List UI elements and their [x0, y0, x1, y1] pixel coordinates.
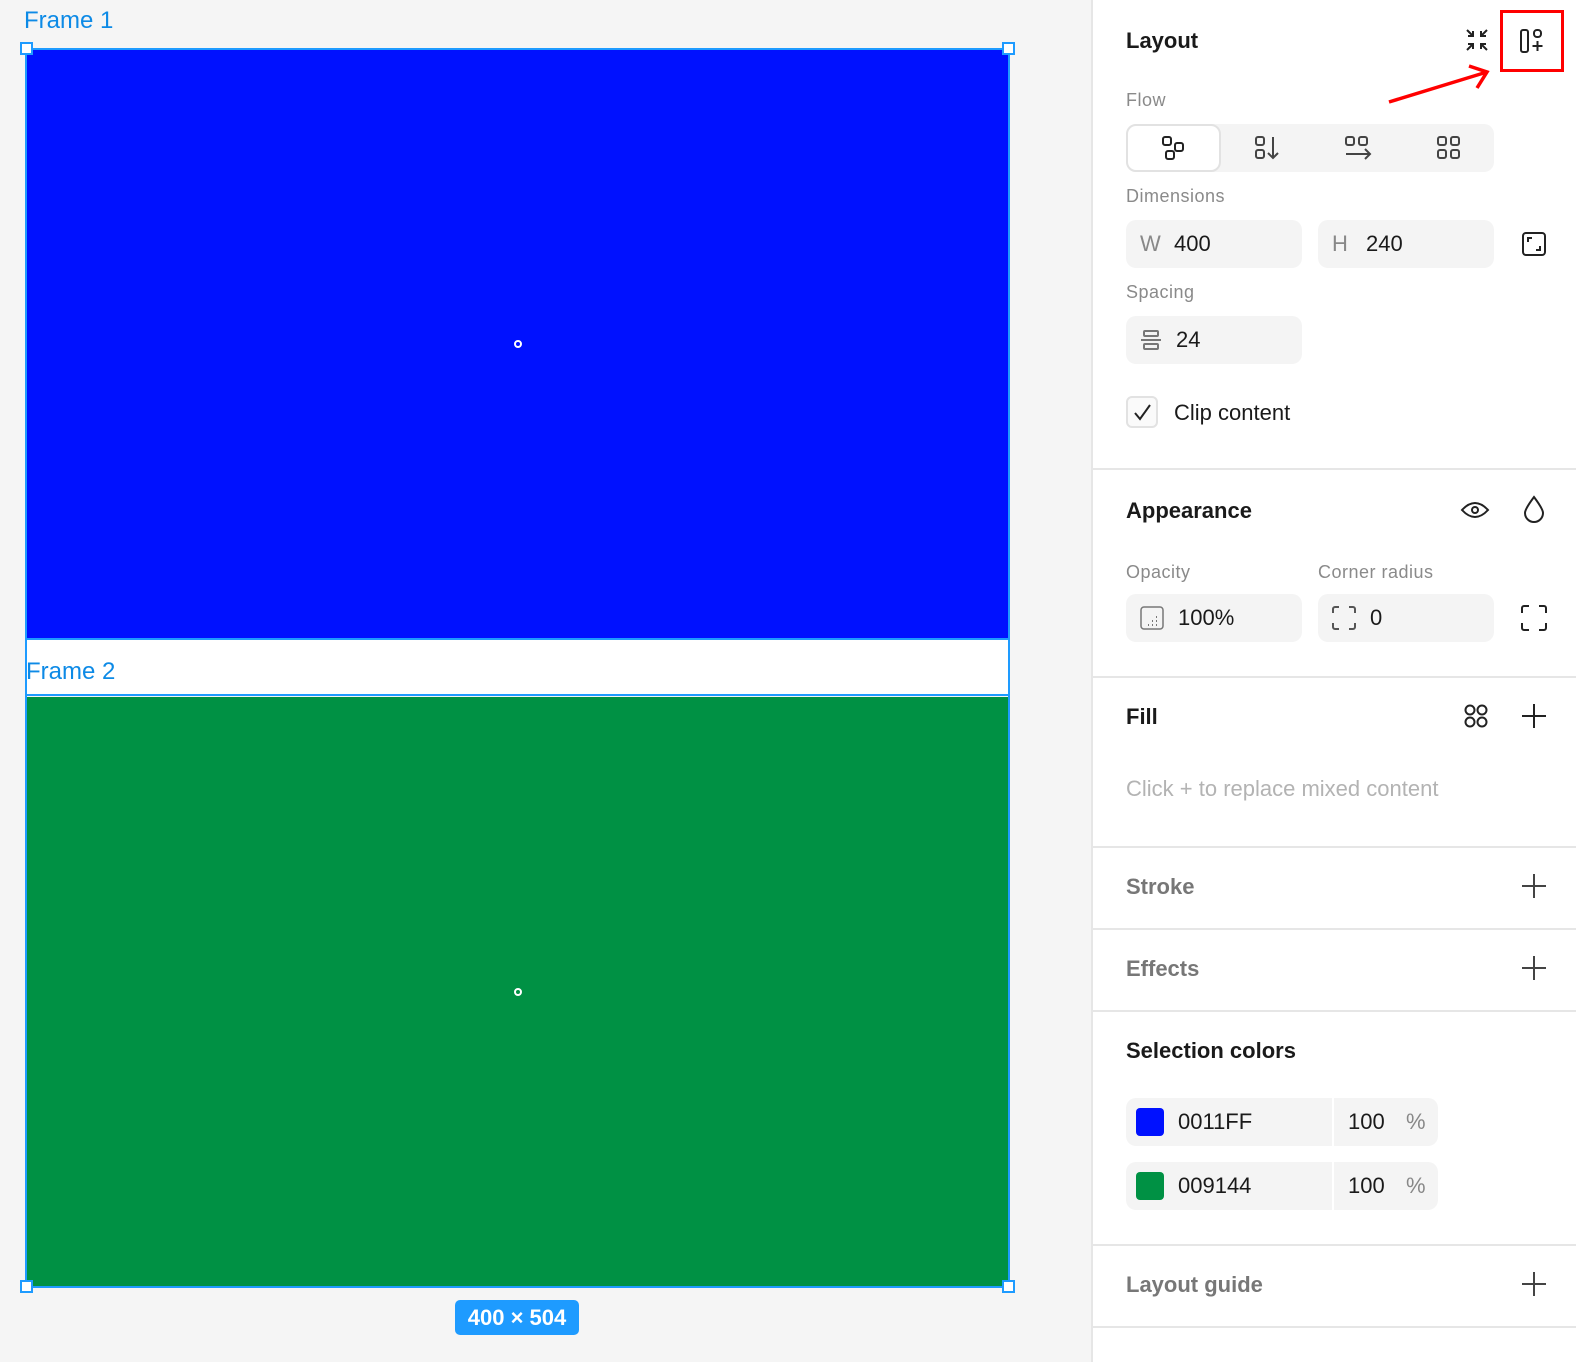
corner-radius-value: 0: [1370, 605, 1383, 630]
annotation-arrow: [1388, 64, 1490, 104]
appearance-title: Appearance: [1126, 498, 1252, 523]
collapse-icon[interactable]: [1463, 26, 1491, 54]
fill-title: Fill: [1126, 704, 1158, 729]
selection-color-row[interactable]: 009144 100 %: [1126, 1162, 1438, 1210]
blend-mode-icon[interactable]: [1520, 494, 1548, 524]
percent-unit: %: [1406, 1173, 1426, 1198]
add-layout-guide-button[interactable]: [1520, 1270, 1548, 1298]
selection-color-row[interactable]: 0011FF 100 %: [1126, 1098, 1438, 1146]
corner-radius-icon: [1332, 606, 1356, 630]
percent-unit: %: [1406, 1109, 1426, 1134]
opacity-icon: [1140, 606, 1164, 630]
spacing-input[interactable]: 24: [1126, 316, 1302, 364]
flow-grid-option[interactable]: [1403, 124, 1494, 172]
add-auto-layout-button[interactable]: [1500, 10, 1564, 72]
size-badge: 400 × 504: [455, 1300, 579, 1335]
add-stroke-button[interactable]: [1520, 872, 1548, 900]
frame-1-label[interactable]: Frame 1: [24, 7, 113, 35]
width-input[interactable]: W 400: [1126, 220, 1302, 268]
flow-segmented-control: [1126, 124, 1494, 172]
color-opacity[interactable]: 100: [1332, 1098, 1392, 1146]
resize-to-fit-icon[interactable]: [1520, 230, 1548, 258]
layout-section: Layout Flow Dimensions W 400 H 240 Spacing…: [1093, 0, 1576, 470]
add-fill-button[interactable]: [1520, 702, 1548, 730]
frame-1[interactable]: [26, 49, 1009, 638]
canvas[interactable]: Frame 1 Frame 2 400 × 504: [0, 0, 1091, 1362]
flow-vertical-option[interactable]: [1221, 124, 1312, 172]
color-hex[interactable]: 009144: [1178, 1173, 1318, 1199]
opacity-value: 100%: [1178, 605, 1235, 630]
clip-content-label[interactable]: Clip content: [1174, 400, 1290, 426]
frame-2-label[interactable]: Frame 2: [26, 658, 115, 686]
height-prefix: H: [1332, 231, 1348, 256]
dimensions-label: Dimensions: [1126, 186, 1226, 206]
spacing-value: 24: [1176, 327, 1201, 352]
frame-2[interactable]: [26, 697, 1009, 1286]
properties-panel: Layout Flow Dimensions W 400 H 240 Spacing…: [1091, 0, 1576, 1362]
frame-gap: [26, 638, 1009, 696]
independent-corners-icon[interactable]: [1520, 604, 1548, 632]
spacing-icon: [1141, 330, 1161, 350]
opacity-label: Opacity: [1126, 562, 1191, 582]
spacing-label: Spacing: [1126, 282, 1195, 302]
fill-section: Fill Click + to replace mixed content: [1093, 678, 1576, 848]
color-opacity[interactable]: 100: [1332, 1162, 1392, 1210]
corner-radius-label: Corner radius: [1318, 562, 1434, 582]
check-icon: [1134, 404, 1151, 421]
color-swatch[interactable]: [1136, 1108, 1164, 1136]
stroke-section: Stroke: [1093, 848, 1576, 930]
opacity-input[interactable]: 100%: [1126, 594, 1302, 642]
effects-section: Effects: [1093, 930, 1576, 1012]
resize-handle-bl[interactable]: [20, 1280, 33, 1293]
flow-freeform-option[interactable]: [1126, 124, 1221, 172]
corner-radius-input[interactable]: 0: [1318, 594, 1494, 642]
styles-icon[interactable]: [1462, 702, 1490, 730]
appearance-section: Appearance Opacity Corner radius 100% 0: [1093, 470, 1576, 678]
center-point: [513, 987, 522, 996]
color-swatch[interactable]: [1136, 1172, 1164, 1200]
resize-handle-tl[interactable]: [20, 42, 33, 55]
layout-title: Layout: [1126, 28, 1199, 53]
width-value: 400: [1174, 231, 1211, 256]
height-input[interactable]: H 240: [1318, 220, 1494, 268]
height-value: 240: [1366, 231, 1403, 256]
color-hex[interactable]: 0011FF: [1178, 1109, 1318, 1135]
resize-handle-br[interactable]: [1002, 1280, 1015, 1293]
flow-label: Flow: [1126, 90, 1167, 110]
stroke-title: Stroke: [1126, 874, 1195, 899]
effects-title: Effects: [1126, 956, 1200, 981]
eye-icon[interactable]: [1459, 496, 1491, 524]
width-prefix: W: [1140, 231, 1161, 256]
clip-content-checkbox[interactable]: [1126, 396, 1158, 428]
layout-guide-section: Layout guide: [1093, 1246, 1576, 1328]
fill-hint: Click + to replace mixed content: [1126, 776, 1439, 801]
selection-colors-title: Selection colors: [1126, 1038, 1296, 1063]
layout-guide-title: Layout guide: [1126, 1272, 1263, 1297]
flow-horizontal-option[interactable]: [1312, 124, 1403, 172]
add-effect-button[interactable]: [1520, 954, 1548, 982]
resize-handle-tr[interactable]: [1002, 42, 1015, 55]
selection-colors-section: Selection colors 0011FF 100 % 009144 100…: [1093, 1012, 1576, 1246]
center-point: [513, 339, 522, 348]
